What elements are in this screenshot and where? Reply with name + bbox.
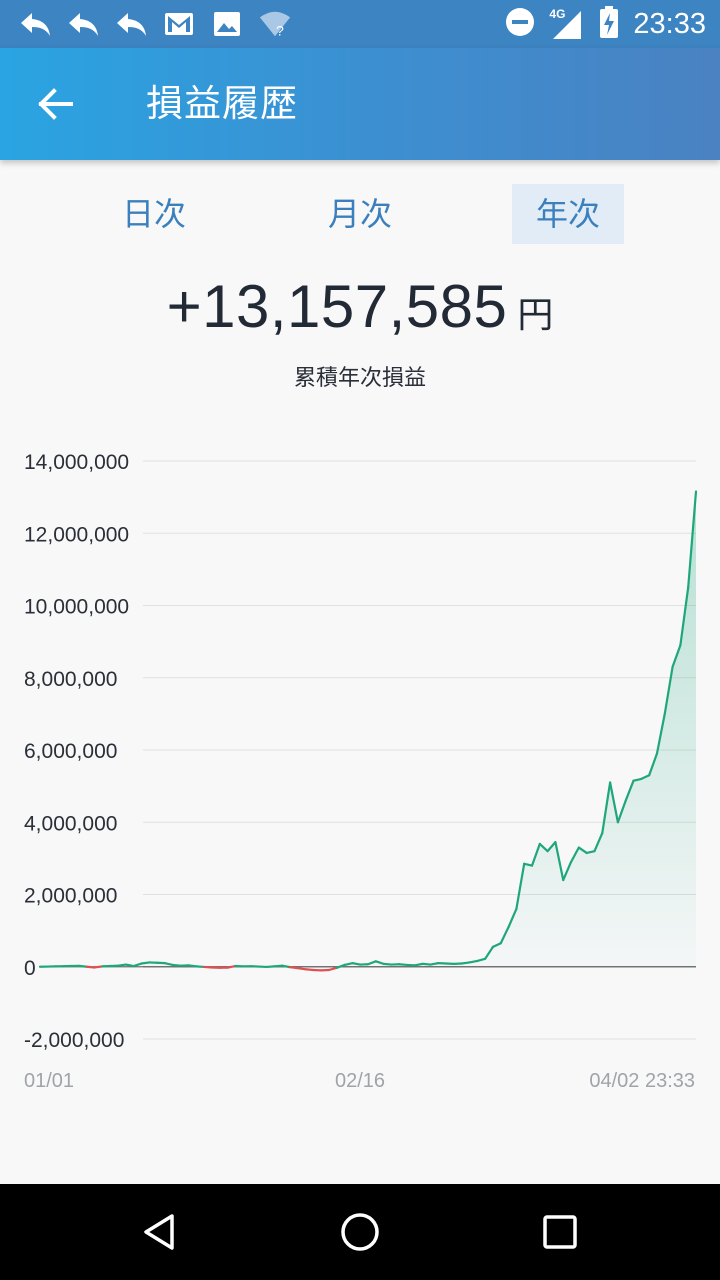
total-profit-caption: 累積年次損益 bbox=[293, 366, 426, 391]
y-tick-label: 4,000,000 bbox=[24, 812, 117, 835]
line-segment bbox=[280, 964, 292, 969]
y-tick-label: 0 bbox=[24, 957, 36, 980]
line-segment bbox=[429, 962, 440, 966]
line-segment bbox=[195, 965, 206, 969]
nav-home-button[interactable] bbox=[330, 1204, 390, 1260]
tab-daily[interactable]: 日次 bbox=[98, 184, 210, 244]
line-segment bbox=[124, 963, 135, 968]
image-icon bbox=[210, 7, 244, 41]
line-segment bbox=[296, 967, 307, 971]
tab-yearly[interactable]: 年次 bbox=[512, 184, 624, 244]
line-segment bbox=[171, 963, 182, 967]
line-segment bbox=[398, 963, 409, 967]
square-recents-icon bbox=[543, 1215, 577, 1249]
triangle-back-icon bbox=[144, 1214, 174, 1250]
nav-recents-button[interactable] bbox=[530, 1204, 590, 1260]
line-segment bbox=[93, 965, 104, 969]
battery-charging-icon bbox=[599, 5, 619, 43]
profit-line-chart: 14,000,000 12,000,000 10,000,000 8,000,000 6… bbox=[24, 451, 698, 1092]
total-profit: +13,157,585 円 bbox=[0, 272, 720, 341]
x-tick-label: 04/02 23:33 bbox=[589, 1070, 695, 1092]
app-bar: 損益履歴 bbox=[0, 48, 720, 160]
total-profit-value: +13,157,585 bbox=[166, 273, 508, 340]
status-bar: ? 4G 23:33 bbox=[0, 0, 720, 48]
svg-text:?: ? bbox=[276, 23, 284, 39]
line-segment bbox=[460, 961, 471, 965]
line-segment bbox=[335, 963, 346, 969]
reply-icon bbox=[114, 7, 148, 41]
line-segment bbox=[116, 963, 128, 967]
x-tick-label: 01/01 bbox=[24, 1070, 74, 1092]
system-icons: 4G 23:33 bbox=[505, 6, 706, 42]
y-tick-label: 8,000,000 bbox=[24, 668, 117, 691]
x-tick-label: 02/16 bbox=[335, 1070, 385, 1092]
line-segment bbox=[382, 962, 393, 966]
page-title: 損益履歴 bbox=[146, 82, 298, 125]
reply-icon bbox=[66, 7, 100, 41]
wifi-question-icon: ? bbox=[258, 7, 292, 41]
y-tick-label: -2,000,000 bbox=[24, 1029, 124, 1052]
line-segment bbox=[304, 968, 315, 972]
tab-monthly[interactable]: 月次 bbox=[304, 184, 416, 244]
y-tick-label: 6,000,000 bbox=[24, 740, 117, 763]
line-segment bbox=[202, 965, 213, 969]
back-button[interactable] bbox=[28, 76, 84, 132]
line-segment bbox=[85, 965, 96, 969]
line-segment bbox=[413, 962, 424, 967]
line-segment bbox=[77, 964, 88, 968]
notification-icons: ? bbox=[18, 6, 292, 42]
do-not-disturb-icon bbox=[505, 7, 535, 41]
circle-home-icon bbox=[341, 1213, 379, 1251]
line-segment bbox=[265, 965, 276, 969]
y-tick-label: 14,000,000 bbox=[24, 451, 129, 474]
arrow-back-icon bbox=[38, 88, 73, 120]
area-fill bbox=[40, 491, 696, 967]
y-tick-label: 2,000,000 bbox=[24, 885, 117, 908]
line-segment bbox=[140, 961, 151, 965]
status-time: 23:33 bbox=[633, 7, 706, 40]
line-segment bbox=[288, 966, 299, 970]
total-profit-unit: 円 bbox=[517, 295, 554, 336]
signal-4g-icon: 4G bbox=[549, 7, 585, 41]
reply-icon bbox=[18, 7, 52, 41]
line-segment bbox=[327, 966, 338, 972]
line-segment bbox=[273, 964, 284, 968]
line-segment bbox=[421, 962, 432, 966]
nav-back-button[interactable] bbox=[130, 1204, 190, 1260]
line-segment bbox=[187, 964, 198, 968]
navigation-bar bbox=[0, 1184, 720, 1280]
y-tick-label: 12,000,000 bbox=[24, 523, 129, 546]
line-segment bbox=[351, 962, 362, 966]
gmail-icon bbox=[162, 7, 196, 41]
y-tick-label: 10,000,000 bbox=[24, 596, 129, 619]
network-label: 4G bbox=[549, 7, 566, 21]
line-segment bbox=[468, 959, 479, 964]
